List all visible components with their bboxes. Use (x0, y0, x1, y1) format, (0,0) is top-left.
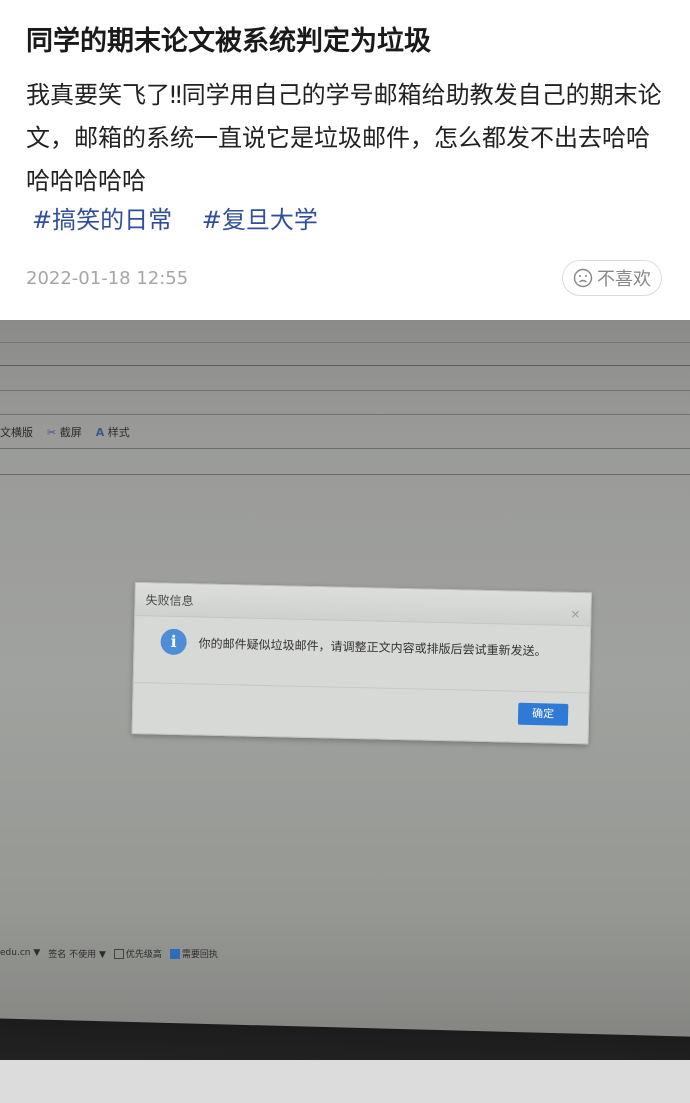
toolbar-item-style-label: 样式 (107, 426, 130, 439)
post-title: 同学的期末论文被系统判定为垃圾 (26, 26, 431, 57)
hashtag-fudan-university[interactable]: #复旦大学 (202, 206, 318, 234)
post-photo[interactable]: 文横版 ✂ 截屏 A 样式 失败信息 × i 你的邮件疑似垃圾邮件，请调整正文内… (0, 320, 690, 1103)
sad-face-icon (573, 268, 593, 288)
priority-option[interactable]: 优先级高 (113, 947, 162, 960)
dislike-button[interactable]: 不喜欢 (562, 260, 662, 296)
toolbar-item-layout: 文横版 (0, 426, 33, 439)
dialog-title: 失败信息 (135, 583, 591, 627)
signature-select[interactable]: 签名 不使用 ▼ (48, 947, 106, 960)
receipt-label: 需要回执 (181, 949, 218, 960)
hashtags: #搞笑的日常 #复旦大学 (32, 200, 340, 240)
error-dialog: 失败信息 × i 你的邮件疑似垃圾邮件，请调整正文内容或排版后尝试重新发送。 确… (131, 582, 592, 745)
checkbox-checked-icon (169, 949, 180, 959)
post-body: 我真要笑飞了‼同学用自己的学号邮箱给助教发自己的期末论文，邮箱的系统一直说它是垃… (26, 81, 662, 195)
post-timestamp: 2022-01-18 12:55 (26, 268, 189, 289)
checkbox-icon (113, 949, 124, 959)
account-select[interactable]: edu.cn ▼ (0, 948, 40, 958)
priority-label: 优先级高 (125, 949, 162, 960)
toolbar-item-screenshot: ✂ 截屏 (47, 424, 82, 440)
compose-bottom-bar: edu.cn ▼ 签名 不使用 ▼ 优先级高 需要回执 (0, 944, 300, 962)
receipt-option[interactable]: 需要回执 (169, 947, 218, 960)
desk-surface (0, 1060, 690, 1103)
hashtag-funny-daily[interactable]: #搞笑的日常 (32, 206, 172, 234)
font-style-icon: A (95, 426, 105, 439)
dialog-footer: 确定 (132, 681, 589, 744)
toolbar-item-style: A 样式 (96, 424, 130, 440)
dislike-label: 不喜欢 (597, 269, 651, 290)
toolbar-item-screenshot-label: 截屏 (59, 426, 82, 439)
info-icon: i (160, 628, 187, 656)
dialog-message: 你的邮件疑似垃圾邮件，请调整正文内容或排版后尝试重新发送。 (198, 636, 547, 659)
screenshot-icon: ✂ (47, 426, 57, 439)
close-icon[interactable]: × (570, 607, 580, 621)
editor-toolbar: 文横版 ✂ 截屏 A 样式 (0, 420, 300, 444)
confirm-button[interactable]: 确定 (517, 702, 569, 726)
